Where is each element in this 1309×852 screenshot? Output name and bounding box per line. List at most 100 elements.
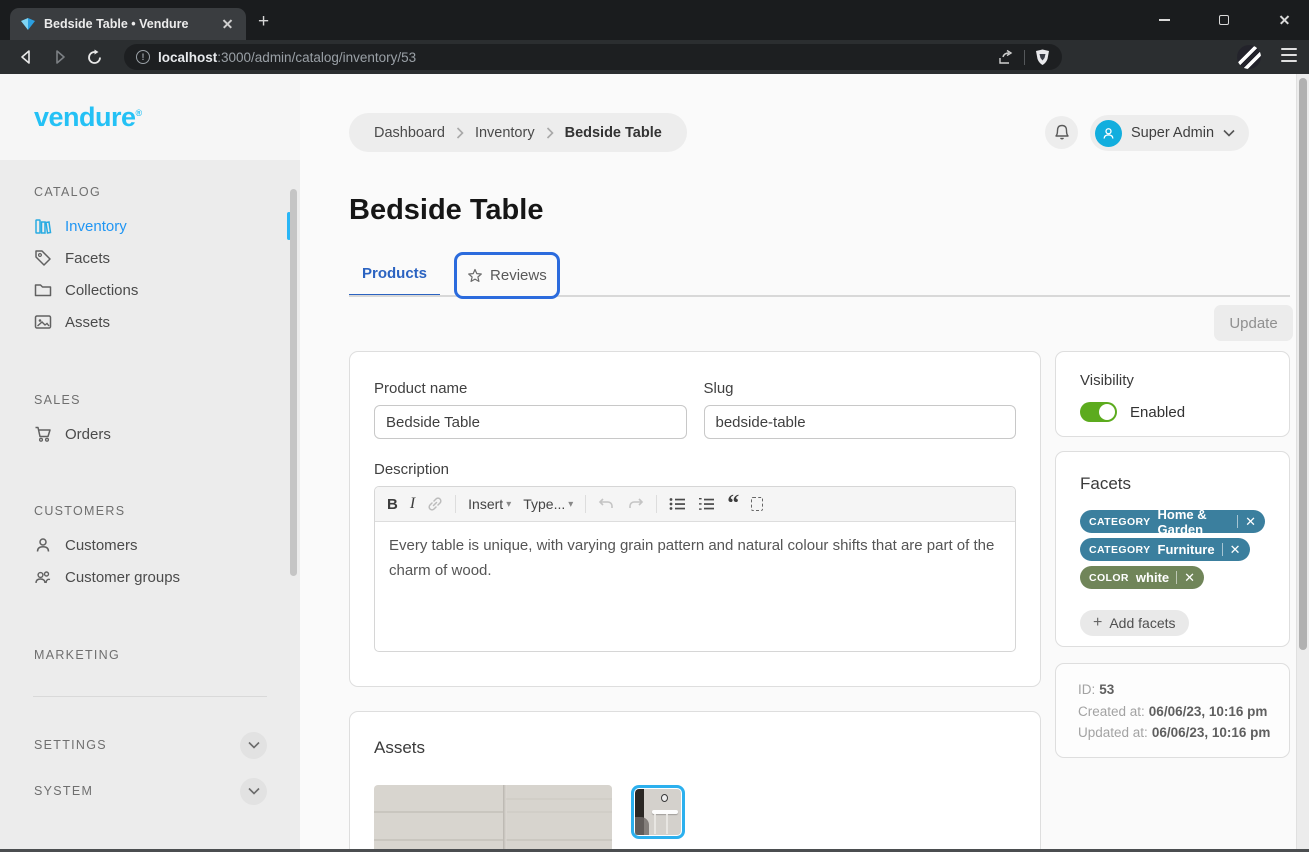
- minimize-icon[interactable]: [1151, 7, 1177, 33]
- sidebar-item-label: Customers: [65, 537, 138, 554]
- vendure-logo[interactable]: vendure®: [34, 102, 142, 133]
- slug-label: Slug: [704, 380, 1017, 397]
- product-name-input[interactable]: [374, 405, 687, 439]
- notifications-button[interactable]: [1045, 116, 1078, 149]
- undo-icon[interactable]: [598, 497, 615, 512]
- browser-window: Bedside Table • Vendure + ! localhost:30…: [0, 0, 1309, 852]
- logo-area: vendure®: [0, 74, 300, 160]
- tab-products[interactable]: Products: [349, 252, 440, 296]
- chevron-right-icon: [456, 127, 464, 139]
- back-icon[interactable]: [12, 44, 40, 70]
- slug-input[interactable]: [704, 405, 1017, 439]
- sidebar-item-collections[interactable]: Collections: [0, 274, 300, 306]
- sidebar-scrollbar[interactable]: [290, 189, 297, 576]
- italic-button[interactable]: I: [410, 495, 415, 513]
- entity-id-row: ID:53: [1078, 679, 1267, 701]
- assets-card: Assets: [349, 711, 1041, 852]
- chevron-down-icon: [1223, 129, 1235, 137]
- chevron-down-icon[interactable]: [240, 778, 267, 805]
- visibility-card: Visibility Enabled: [1055, 351, 1290, 437]
- sidebar-item-customer-groups[interactable]: Customer groups: [0, 561, 300, 593]
- share-icon[interactable]: [997, 49, 1014, 66]
- divider: [656, 495, 657, 513]
- close-icon[interactable]: [1271, 7, 1297, 33]
- asset-thumbnail-selected[interactable]: [631, 785, 685, 839]
- sidebar-item-customers[interactable]: Customers: [0, 529, 300, 561]
- divider: [455, 495, 456, 513]
- redo-icon[interactable]: [627, 497, 644, 512]
- image-icon: [34, 313, 52, 331]
- browser-menu-icon[interactable]: [1281, 48, 1297, 67]
- forward-icon[interactable]: [46, 44, 74, 70]
- section-system[interactable]: SYSTEM: [0, 775, 300, 807]
- user-name: Super Admin: [1131, 125, 1214, 141]
- facet-chip: CATEGORY Furniture ✕: [1080, 538, 1250, 561]
- sidebar-item-orders[interactable]: Orders: [0, 418, 300, 450]
- sidebar-item-facets[interactable]: Facets: [0, 242, 300, 274]
- enabled-toggle[interactable]: [1080, 402, 1117, 422]
- users-icon: [34, 568, 52, 586]
- tab-close-icon[interactable]: [220, 16, 236, 32]
- update-button[interactable]: Update: [1214, 305, 1293, 341]
- sidebar-item-label: Inventory: [65, 218, 127, 235]
- reload-icon[interactable]: [80, 44, 108, 70]
- browser-tab[interactable]: Bedside Table • Vendure: [10, 8, 246, 40]
- logo-trademark: ®: [136, 108, 142, 118]
- bold-button[interactable]: B: [387, 496, 398, 513]
- enabled-label: Enabled: [1130, 404, 1185, 421]
- description-editor-content[interactable]: Every table is unique, with varying grai…: [375, 522, 1015, 651]
- new-tab-button[interactable]: +: [258, 12, 269, 31]
- url-bar[interactable]: ! localhost:3000/admin/catalog/inventory…: [124, 44, 1062, 70]
- sidebar-item-assets[interactable]: Assets: [0, 306, 300, 338]
- avatar: [1095, 120, 1122, 147]
- chevron-down-icon[interactable]: [240, 732, 267, 759]
- brave-shield-icon[interactable]: [1035, 49, 1050, 66]
- entity-updated-row: Updated at:06/06/23, 10:16 pm: [1078, 722, 1267, 744]
- sidebar-item-label: Assets: [65, 314, 110, 331]
- product-detail-card: Product name Slug Description B I: [349, 351, 1041, 687]
- link-icon[interactable]: [427, 496, 443, 512]
- section-settings[interactable]: SETTINGS: [0, 729, 300, 761]
- maximize-icon[interactable]: [1211, 7, 1237, 33]
- code-block-icon[interactable]: [751, 497, 763, 511]
- star-icon: [467, 268, 483, 284]
- section-marketing: MARKETING: [34, 648, 300, 662]
- main-content: Dashboard Inventory Bedside Table Super …: [300, 74, 1309, 852]
- site-info-icon[interactable]: !: [136, 50, 150, 64]
- window-controls: [1151, 0, 1297, 40]
- bullet-list-icon[interactable]: [669, 497, 686, 511]
- add-facets-button[interactable]: +Add facets: [1080, 610, 1189, 636]
- type-dropdown[interactable]: Type...▾: [523, 496, 573, 512]
- ordered-list-icon[interactable]: [698, 497, 715, 511]
- sidebar-item-label: Orders: [65, 426, 111, 443]
- sidebar-item-label: Customer groups: [65, 569, 180, 586]
- visibility-title: Visibility: [1080, 372, 1265, 389]
- caret-down-icon: ▾: [506, 499, 511, 510]
- breadcrumb-dashboard[interactable]: Dashboard: [374, 125, 445, 141]
- breadcrumb-current: Bedside Table: [565, 125, 662, 141]
- breadcrumb-inventory[interactable]: Inventory: [475, 125, 535, 141]
- page-scrollbar-thumb[interactable]: [1299, 78, 1307, 650]
- editor-toolbar: B I Insert▾ Type...▾: [375, 487, 1015, 522]
- browser-toolbar: ! localhost:3000/admin/catalog/inventory…: [0, 40, 1309, 74]
- remove-facet-icon[interactable]: ✕: [1245, 515, 1256, 528]
- assets-title: Assets: [374, 738, 1016, 758]
- cart-icon: [34, 425, 52, 443]
- breadcrumb: Dashboard Inventory Bedside Table: [349, 113, 687, 152]
- sidebar-nav: CATALOG Inventory Facets Collections Ass…: [0, 185, 300, 852]
- insert-dropdown[interactable]: Insert▾: [468, 496, 511, 512]
- url-text: localhost:3000/admin/catalog/inventory/5…: [158, 50, 416, 65]
- sidebar-item-inventory[interactable]: Inventory: [0, 210, 300, 242]
- featured-asset-preview[interactable]: [374, 785, 612, 852]
- tab-reviews[interactable]: Reviews: [454, 252, 560, 299]
- section-sales: SALES: [34, 393, 300, 407]
- page-scrollbar: [1296, 74, 1309, 852]
- remove-facet-icon[interactable]: ✕: [1184, 571, 1195, 584]
- browser-profile-avatar[interactable]: [1237, 45, 1261, 69]
- browser-tab-strip: Bedside Table • Vendure +: [0, 0, 1309, 40]
- remove-facet-icon[interactable]: ✕: [1230, 543, 1241, 556]
- bell-icon: [1054, 124, 1070, 141]
- user-menu[interactable]: Super Admin: [1090, 115, 1249, 151]
- asset-thumbnail-image: [635, 789, 681, 835]
- blockquote-icon[interactable]: “: [727, 497, 739, 511]
